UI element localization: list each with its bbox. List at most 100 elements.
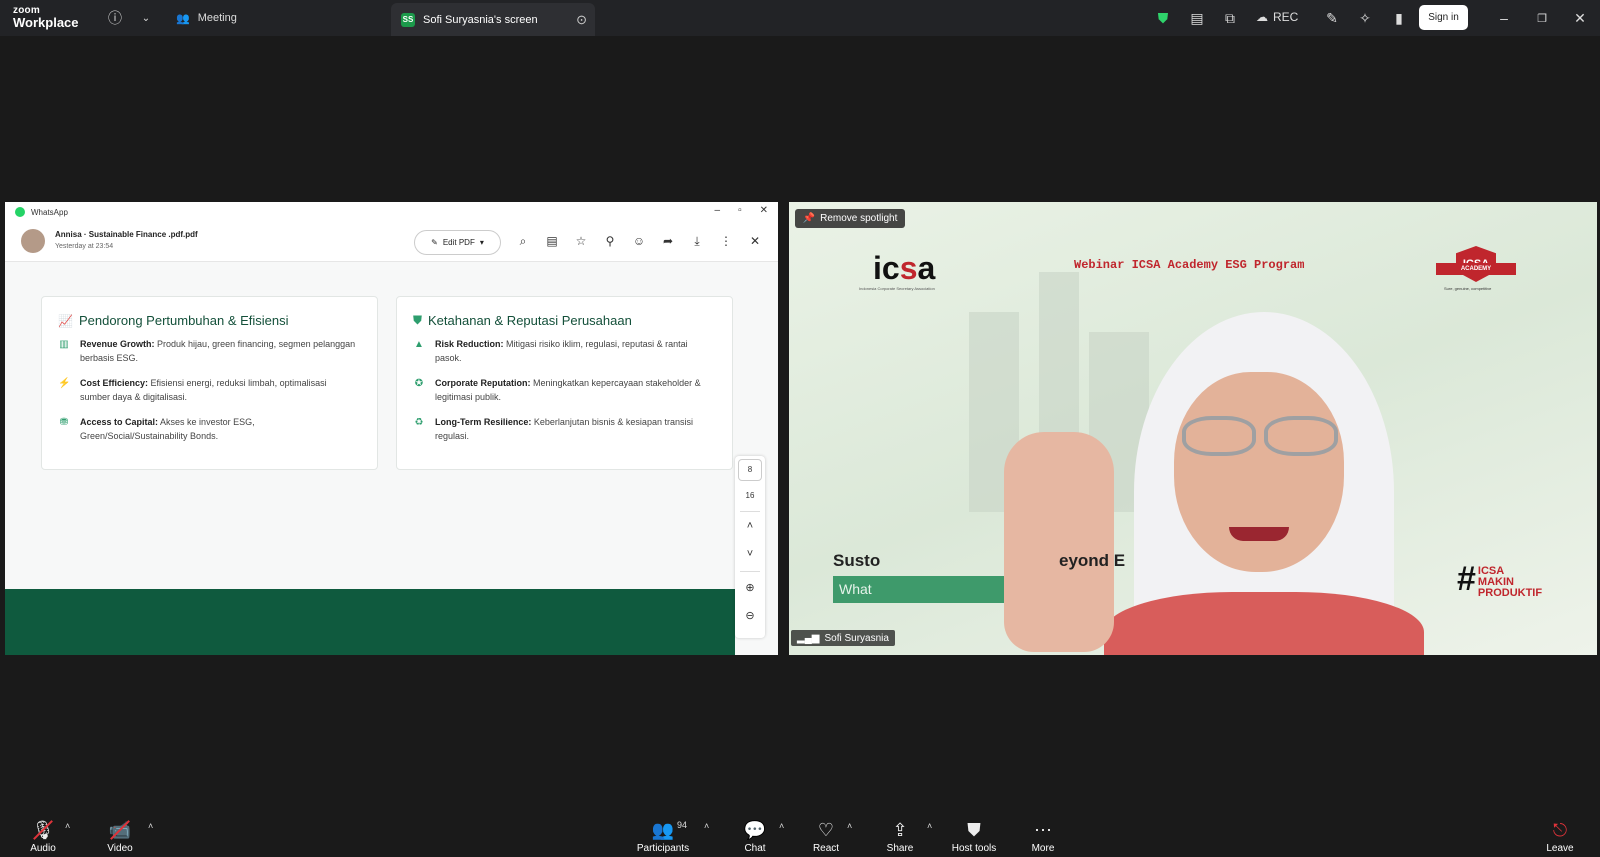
share-label: Share bbox=[886, 843, 914, 854]
close-viewer-icon[interactable]: ✕ bbox=[747, 233, 763, 249]
wa-maximize-icon[interactable]: ▫ bbox=[738, 205, 742, 216]
logo-part: ic bbox=[873, 250, 900, 286]
item-label: Revenue Growth: bbox=[80, 339, 155, 349]
record-button[interactable]: ☁ REC bbox=[1256, 10, 1298, 24]
view-icon[interactable]: ▮ bbox=[1389, 8, 1409, 28]
shield-icon: ⛊ bbox=[967, 820, 981, 840]
more-options-icon[interactable]: ⊙ bbox=[576, 12, 587, 28]
emoji-icon[interactable]: ☺ bbox=[631, 233, 647, 249]
audio-options-caret[interactable]: ˄ bbox=[65, 821, 70, 831]
shield-icon: ⛊ bbox=[413, 313, 423, 327]
slide-title-right: eyond E bbox=[1059, 551, 1126, 570]
leave-button[interactable]: ⎋ Leave bbox=[1524, 819, 1596, 854]
kebab-menu-icon[interactable]: ⋮ bbox=[718, 233, 734, 249]
current-page[interactable]: 8 bbox=[738, 459, 762, 481]
host-tools-label: Host tools bbox=[951, 843, 997, 854]
pin-icon[interactable]: ⚲ bbox=[602, 233, 618, 249]
screen-tab-label: Sofi Suryasnia's screen bbox=[423, 13, 538, 26]
wa-close-icon[interactable]: ✕ bbox=[760, 205, 768, 216]
pin-icon: 📌 bbox=[802, 213, 816, 224]
warning-icon: ▲ bbox=[414, 339, 424, 350]
list-item: ▲ Risk Reduction: Mitigasi risiko iklim,… bbox=[413, 337, 713, 366]
info-icon[interactable]: ⓘ bbox=[105, 8, 125, 28]
notes-icon[interactable]: ▤ bbox=[1187, 8, 1207, 28]
wa-minimize-icon[interactable]: – bbox=[715, 205, 721, 216]
remove-spotlight-button[interactable]: 📌 Remove spotlight bbox=[795, 209, 905, 228]
close-icon[interactable]: ✕ bbox=[1570, 8, 1590, 28]
chevron-down-icon[interactable]: ⌄ bbox=[136, 8, 156, 28]
tab-meeting[interactable]: 👥 Meeting bbox=[176, 0, 237, 36]
chart-icon: ▥ bbox=[59, 339, 69, 350]
whatsapp-titlebar: WhatsApp – ▫ ✕ bbox=[5, 202, 778, 222]
ai-companion-icon[interactable]: ✧ bbox=[1355, 8, 1375, 28]
participants-icon: 👥 bbox=[176, 12, 190, 25]
tab-shared-screen[interactable]: SS Sofi Suryasnia's screen ⊙ bbox=[391, 3, 595, 36]
card-resilience: ⛊ Ketahanan & Reputasi Perusahaan ▲ Risk… bbox=[396, 296, 733, 470]
academy-tagline: Sure, genuine, competitive bbox=[1444, 286, 1492, 291]
whatsapp-icon bbox=[15, 207, 25, 217]
shield-icon[interactable]: ⛊ bbox=[1153, 8, 1173, 28]
hashtag-words: ICSA MAKIN PRODUKTIF bbox=[1477, 565, 1543, 599]
search-icon[interactable]: ⌕ bbox=[515, 233, 531, 249]
participants-button[interactable]: 👥 Participants bbox=[627, 819, 699, 854]
list-item: ♻ Long-Term Resilience: Keberlanjutan bi… bbox=[413, 415, 713, 444]
star-icon[interactable]: ☆ bbox=[573, 233, 589, 249]
camera-off-icon: 📹 bbox=[109, 819, 131, 841]
share-button[interactable]: ⇪ Share bbox=[864, 819, 936, 854]
react-options-caret[interactable]: ˄ bbox=[847, 821, 852, 831]
item-label: Risk Reduction: bbox=[435, 339, 504, 349]
logo-accent: s bbox=[899, 250, 918, 286]
top-bar: zoom Workplace ⓘ ⌄ 👥 Meeting SS Sofi Sur… bbox=[0, 0, 1600, 36]
zoom-in-icon[interactable]: ⊕ bbox=[735, 581, 765, 594]
raised-hand bbox=[1004, 432, 1114, 652]
page-navigator: 8 16 ˄ ˅ ⊕ ⊖ bbox=[735, 456, 765, 638]
more-icon: ⋯ bbox=[1034, 820, 1052, 840]
video-button[interactable]: 📹 Video bbox=[84, 819, 156, 854]
participants-icon: 👥 bbox=[651, 820, 675, 840]
page-down-icon[interactable]: ˅ bbox=[735, 548, 765, 560]
mouth bbox=[1229, 527, 1289, 541]
trend-up-icon: 📈 bbox=[58, 313, 73, 328]
sign-in-button[interactable]: Sign in bbox=[1419, 5, 1468, 30]
logo-tail: a bbox=[917, 250, 936, 286]
caption-icon[interactable]: ▤ bbox=[544, 233, 560, 249]
chevron-down-icon: ▾ bbox=[479, 238, 484, 247]
list-item: ✪ Corporate Reputation: Meningkatkan kep… bbox=[413, 376, 713, 405]
list-item: ⚡ Cost Efficiency: Efisiensi energi, red… bbox=[58, 376, 358, 405]
logo-bottom-text: Workplace bbox=[13, 15, 79, 30]
participants-options-caret[interactable]: ˄ bbox=[704, 821, 709, 831]
glasses bbox=[1182, 416, 1338, 456]
video-options-caret[interactable]: ˄ bbox=[148, 821, 153, 831]
meeting-controls: 🎙 Audio ˄ 📹 Video ˄ 👥 Participants 94 ˄ … bbox=[0, 811, 1600, 857]
edit-pdf-button[interactable]: ✎ Edit PDF ▾ bbox=[414, 230, 501, 255]
forward-icon[interactable]: ➦ bbox=[660, 233, 676, 249]
chat-icon: 💬 bbox=[743, 820, 767, 840]
pencil-icon: ✎ bbox=[431, 238, 438, 247]
whatsapp-app-name: WhatsApp bbox=[31, 207, 68, 217]
card-title: 📈 Pendorong Pertumbuhan & Efisiensi bbox=[58, 313, 289, 328]
host-tools-button[interactable]: ⛊ Host tools bbox=[938, 819, 1010, 854]
document-header: Annisa · Sustainable Finance .pdf.pdf Ye… bbox=[5, 222, 778, 262]
zoom-out-icon[interactable]: ⊖ bbox=[735, 609, 765, 622]
restore-icon[interactable]: ❐ bbox=[1532, 8, 1552, 28]
apps-icon[interactable]: ⧉ bbox=[1220, 8, 1240, 28]
share-options-caret[interactable]: ˄ bbox=[927, 821, 932, 831]
recycle-icon: ♻ bbox=[414, 417, 424, 428]
leave-icon: ⎋ bbox=[1552, 820, 1568, 840]
minimize-icon[interactable]: – bbox=[1494, 8, 1514, 28]
academy-ribbon: ACADEMY bbox=[1436, 263, 1516, 275]
more-button[interactable]: ⋯ More bbox=[1007, 819, 1079, 854]
chat-label: Chat bbox=[744, 843, 766, 854]
icsa-logo: icsa bbox=[873, 250, 935, 287]
divider bbox=[740, 571, 760, 572]
page-up-icon[interactable]: ˄ bbox=[735, 520, 765, 532]
microphone-muted-icon: 🎙 bbox=[32, 819, 55, 841]
total-pages: 16 bbox=[745, 491, 755, 500]
hashtag-symbol: # bbox=[1457, 560, 1476, 598]
chat-options-caret[interactable]: ˄ bbox=[779, 821, 784, 831]
card-title-text: Ketahanan & Reputasi Perusahaan bbox=[428, 313, 632, 328]
spotlight-video: 📌 Remove spotlight icsa Indonesia Corpor… bbox=[789, 202, 1597, 655]
annotate-icon[interactable]: ✎ bbox=[1322, 8, 1342, 28]
signal-icon: ▂▄▆ bbox=[797, 632, 820, 644]
download-icon[interactable]: ⤓ bbox=[689, 233, 705, 249]
